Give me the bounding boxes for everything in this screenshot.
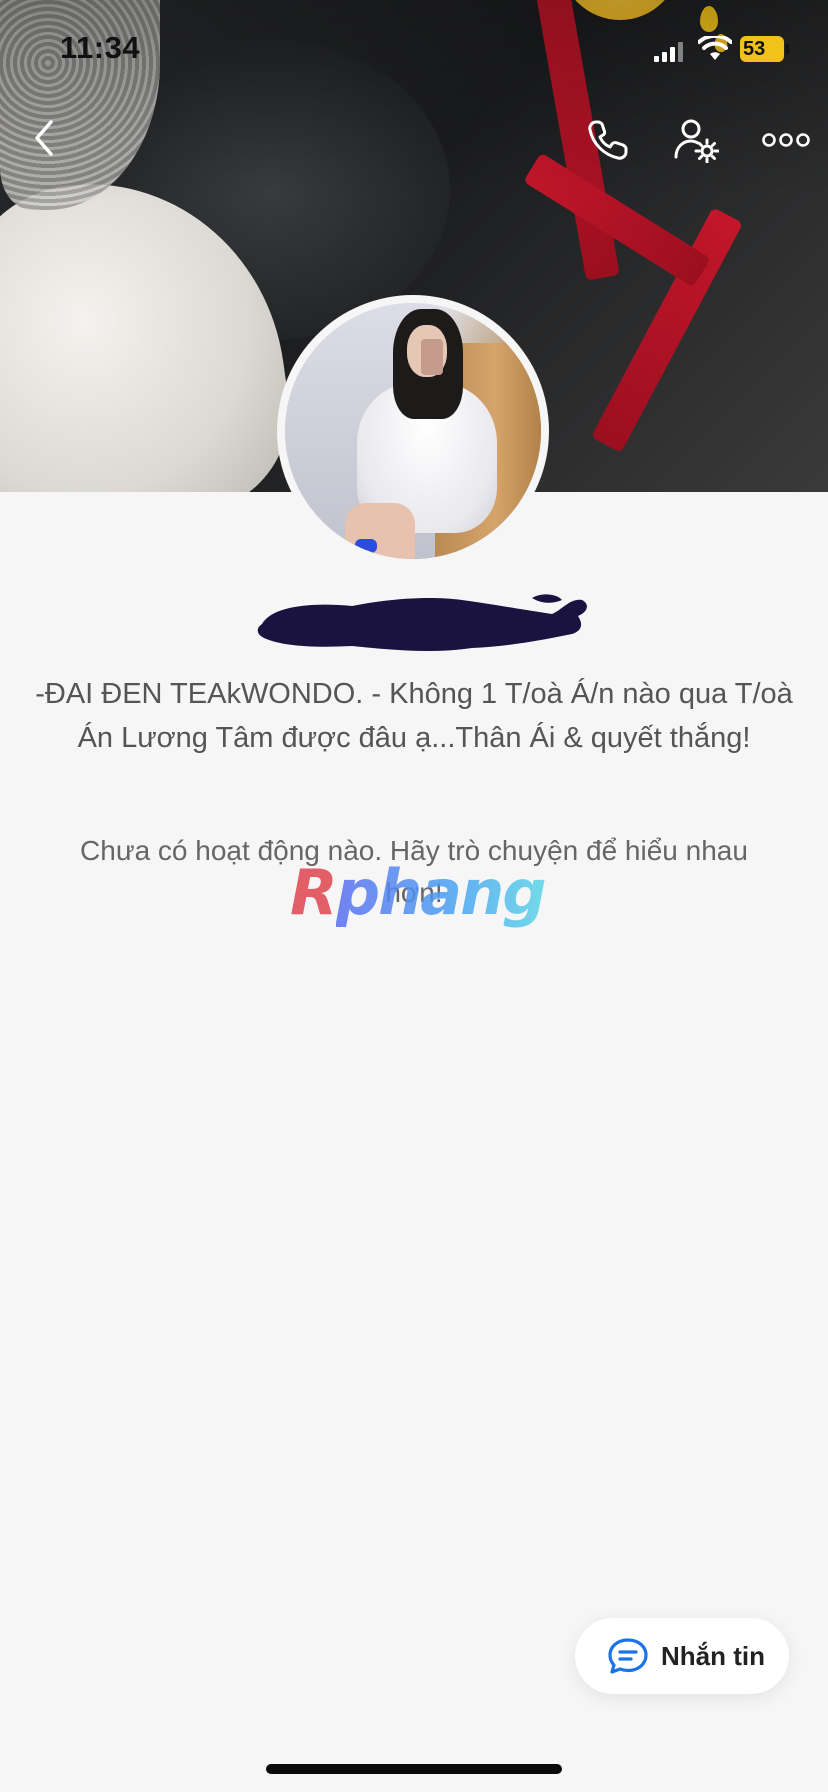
phone-icon [588,120,628,160]
wifi-icon [698,36,732,60]
call-button[interactable] [580,112,636,168]
watermark-logo: Rphang [290,856,547,929]
chat-bubble-icon [608,1638,648,1674]
ellipsis-icon [762,133,810,147]
avatar-shoe [355,539,377,553]
more-options-button[interactable] [756,112,816,168]
manage-contact-button[interactable] [668,112,724,168]
status-time: 11:34 [60,30,141,65]
user-gear-icon [674,119,719,163]
home-indicator[interactable] [266,1764,562,1774]
watermark-first-letter: R [290,856,338,929]
cellular-signal-icon [654,42,683,62]
avatar-phone [421,339,443,375]
profile-bio: -ĐAI ĐEN TEAkWONDO. - Không 1 T/oà Á/n n… [35,678,793,754]
avatar[interactable] [277,295,549,567]
status-bar: 11:34 53 [0,0,828,100]
chevron-left-icon [35,120,53,156]
profile-name-redacted [257,594,587,652]
avatar-photo [285,303,541,559]
watermark-rest: phang [335,856,547,929]
battery-indicator: 53 [740,36,789,62]
message-button-label: Nhắn tin [661,1640,765,1671]
message-button[interactable]: Nhắn tin [575,1618,789,1694]
back-button[interactable] [18,112,70,164]
